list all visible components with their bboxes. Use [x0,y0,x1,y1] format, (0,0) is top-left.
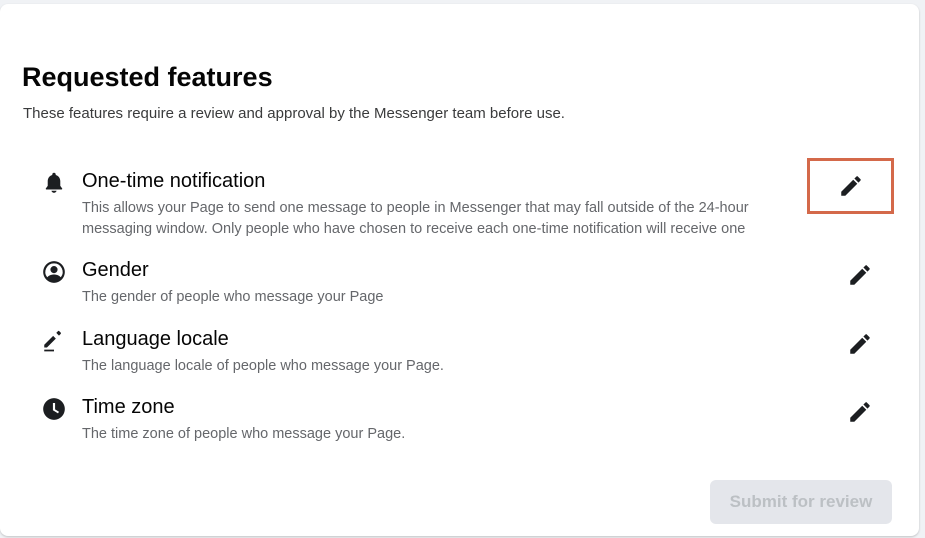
pen-icon [41,328,67,354]
submit-for-review-button[interactable]: Submit for review [710,480,892,524]
feature-description: The language locale of people who messag… [82,356,798,377]
pencil-icon [847,331,873,357]
feature-name: Gender [82,259,149,281]
page-subtitle: These features require a review and appr… [23,105,565,122]
feature-name: Time zone [82,396,175,418]
bell-icon [41,170,67,196]
requested-features-card: Requested features These features requir… [0,4,919,536]
feature-description-line: The time zone of people who message your… [82,426,406,442]
edit-time-zone-button[interactable] [836,394,884,430]
feature-name: Language locale [82,328,229,350]
feature-description-line: The language locale of people who messag… [82,358,444,374]
pencil-icon [847,399,873,425]
feature-description: The time zone of people who message your… [82,424,798,445]
page-title: Requested features [22,62,273,92]
edit-one-time-notification-button[interactable] [807,158,894,214]
feature-description: This allows your Page to send one messag… [82,198,798,240]
pencil-icon [838,173,864,199]
feature-description-line: This allows your Page to send one messag… [82,200,749,216]
edit-gender-button[interactable] [836,257,884,293]
person-circle-icon [41,259,67,285]
pencil-icon [847,262,873,288]
feature-name: One-time notification [82,170,266,192]
feature-description-line: The gender of people who message your Pa… [82,289,384,305]
clock-icon [41,396,67,422]
edit-language-locale-button[interactable] [836,326,884,362]
feature-description: The gender of people who message your Pa… [82,287,798,308]
feature-description-line: messaging window. Only people who have c… [82,221,746,237]
